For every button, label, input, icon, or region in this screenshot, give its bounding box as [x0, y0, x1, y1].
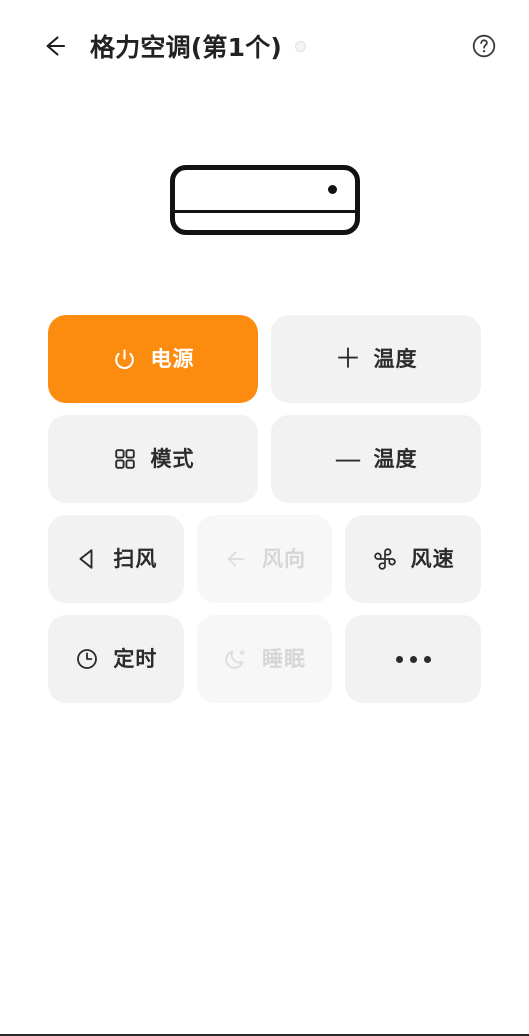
- swing-button-label: 扫风: [113, 546, 158, 571]
- page-title: 格力空调(第1个): [90, 33, 283, 62]
- app-header: 格力空调(第1个): [0, 0, 529, 92]
- grid-mode-icon: [112, 446, 138, 472]
- bottom-spacer: [0, 715, 529, 1034]
- fan-speed-label: 风速: [410, 546, 455, 571]
- connection-status-dot: [295, 40, 307, 52]
- timer-clock-icon: [74, 646, 100, 672]
- button-row-2: 模式 — 温度: [48, 415, 481, 503]
- plus-icon: ＋: [334, 343, 362, 375]
- air-conditioner-illustration: [169, 164, 360, 235]
- wind-direction-label: 风向: [262, 546, 306, 571]
- button-row-1: 电源 ＋ 温度: [48, 315, 481, 403]
- temperature-down-label: 温度: [373, 446, 418, 471]
- power-button[interactable]: 电源: [48, 315, 258, 403]
- power-button-label: 电源: [150, 346, 195, 371]
- power-icon: [112, 346, 138, 372]
- arrow-left-icon: [46, 36, 66, 56]
- swing-icon: [74, 546, 100, 572]
- remote-control-screen: 格力空调(第1个) 电源 ＋ 温度 模式 — 温度 扫风 风向 风速 定时 睡眠: [0, 0, 529, 1036]
- fan-speed-button[interactable]: 风速: [345, 515, 482, 603]
- temperature-down-button[interactable]: — 温度: [271, 415, 481, 503]
- control-button-grid: 电源 ＋ 温度 模式 — 温度 扫风 风向 风速 定时 睡眠: [0, 315, 529, 715]
- wind-direction-button: 风向: [196, 515, 333, 603]
- device-led-indicator: [327, 184, 337, 194]
- button-row-3: 扫风 风向 风速: [48, 515, 482, 603]
- ac-vent-line: [173, 209, 356, 213]
- timer-button-label: 定时: [113, 646, 158, 671]
- sleep-moon-icon: [223, 646, 249, 672]
- button-row-4: 定时 睡眠: [48, 615, 482, 703]
- more-dots-icon: [395, 655, 431, 663]
- sleep-button-label: 睡眠: [262, 646, 306, 671]
- minus-icon: —: [334, 443, 362, 475]
- back-button[interactable]: [34, 26, 74, 66]
- timer-button[interactable]: 定时: [48, 615, 184, 703]
- swing-button[interactable]: 扫风: [48, 515, 184, 603]
- mode-button-label: 模式: [150, 446, 195, 471]
- temperature-up-button[interactable]: ＋ 温度: [271, 315, 481, 403]
- help-circle-icon: [472, 34, 496, 58]
- temperature-up-label: 温度: [373, 346, 418, 371]
- help-button[interactable]: [465, 27, 503, 65]
- mode-button[interactable]: 模式: [48, 415, 258, 503]
- device-illustration-area: [0, 92, 529, 307]
- wind-direction-icon: [223, 546, 249, 572]
- title-container: 格力空调(第1个): [90, 28, 465, 64]
- fan-speed-icon: [372, 546, 398, 572]
- more-options-button[interactable]: [345, 615, 482, 703]
- sleep-button: 睡眠: [196, 615, 333, 703]
